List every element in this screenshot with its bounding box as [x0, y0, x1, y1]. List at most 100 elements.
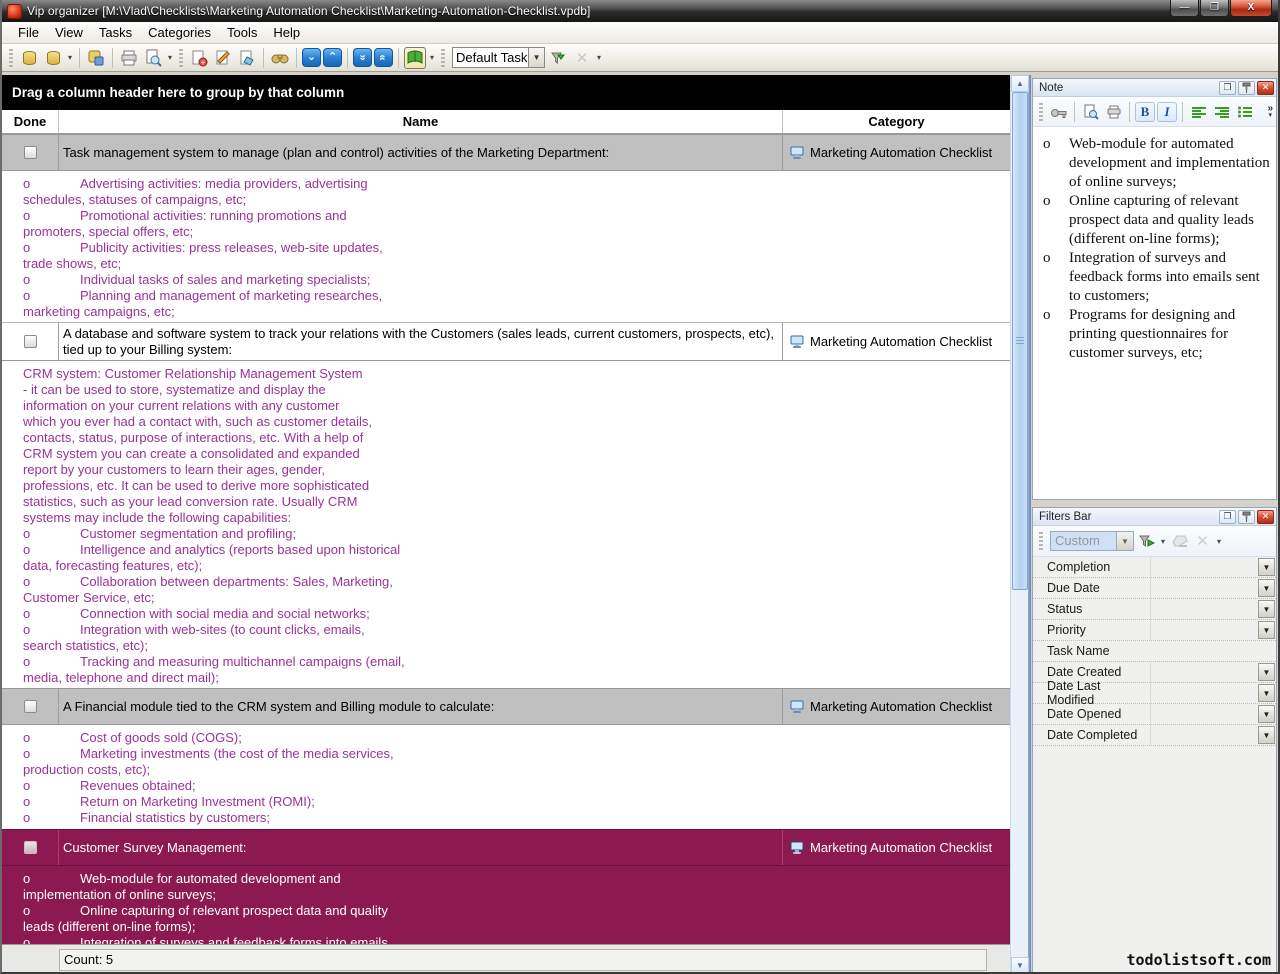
filter-preset-dropdown-icon[interactable]: ▼	[1116, 531, 1134, 551]
filter-dropdown-icon[interactable]: ▼	[1258, 684, 1275, 702]
print-preview-caret-icon[interactable]: ▾	[168, 53, 172, 62]
open-database-caret-icon[interactable]: ▾	[68, 53, 72, 62]
move-bottom-icon[interactable]: »	[353, 48, 372, 67]
filter-dropdown-icon[interactable]: ▼	[1258, 579, 1275, 597]
save-database-icon[interactable]	[85, 47, 107, 69]
delete-filter-icon[interactable]: ✕	[1192, 531, 1213, 552]
task-name[interactable]: A database and software system to track …	[59, 323, 783, 360]
note-edit-icon[interactable]	[1048, 101, 1069, 122]
print-icon[interactable]	[118, 47, 140, 69]
filters-overflow-caret-icon[interactable]: ▾	[1217, 537, 1221, 546]
filter-row-priority[interactable]: Priority ▼	[1033, 620, 1276, 641]
menu-view[interactable]: View	[47, 22, 91, 43]
task-category-cell[interactable]: Marketing Automation Checklist	[783, 830, 1010, 865]
task-name[interactable]: Customer Survey Management:	[59, 830, 783, 865]
column-header-category[interactable]: Category	[783, 110, 1010, 133]
task-template-dropdown-icon[interactable]: ▼	[528, 47, 545, 68]
bold-icon[interactable]: B	[1135, 102, 1155, 122]
move-down-icon[interactable]: ⌄	[302, 48, 321, 67]
bullet-list-icon[interactable]	[1234, 101, 1255, 122]
column-header-name[interactable]: Name	[59, 110, 783, 133]
done-checkbox[interactable]	[24, 700, 37, 713]
minimize-button[interactable]: —	[1170, 0, 1199, 17]
task-template-combo[interactable]: Default Task ▼	[452, 47, 545, 68]
task-category-cell[interactable]: Marketing Automation Checklist	[783, 323, 1010, 360]
filter-row-due-date[interactable]: Due Date ▼	[1033, 578, 1276, 599]
filter-value[interactable]	[1151, 578, 1258, 598]
new-database-icon[interactable]	[18, 47, 40, 69]
menu-tools[interactable]: Tools	[219, 22, 265, 43]
column-header-done[interactable]: Done	[2, 110, 59, 133]
task-row-selected[interactable]: Customer Survey Management: Marketing Au…	[2, 829, 1010, 866]
apply-filter-icon[interactable]	[1136, 531, 1157, 552]
filter-value[interactable]	[1151, 725, 1258, 745]
note-editor[interactable]: o Web-module for automated development a…	[1033, 127, 1276, 499]
note-pin-icon[interactable]	[1238, 81, 1255, 95]
done-checkbox[interactable]	[24, 146, 37, 159]
grid-vertical-scrollbar[interactable]: ▲ ▼	[1010, 75, 1028, 974]
note-restore-icon[interactable]: ❐	[1219, 81, 1236, 95]
filter-value[interactable]	[1151, 620, 1258, 640]
filter-dropdown-icon[interactable]: ▼	[1258, 558, 1275, 576]
clear-filter-icon[interactable]	[1169, 531, 1190, 552]
scroll-up-icon[interactable]: ▲	[1011, 75, 1029, 92]
task-name[interactable]: A Financial module tied to the CRM syste…	[59, 689, 783, 724]
filters-close-icon[interactable]: ✕	[1257, 510, 1274, 524]
done-checkbox[interactable]	[24, 841, 37, 854]
filter-dropdown-icon[interactable]: ▼	[1258, 663, 1275, 681]
menu-help[interactable]: Help	[265, 22, 308, 43]
restore-button[interactable]: ❐	[1200, 0, 1229, 17]
move-top-icon[interactable]: »	[374, 48, 393, 67]
find-icon[interactable]	[269, 47, 291, 69]
scrollbar-thumb[interactable]	[1012, 92, 1028, 590]
new-task-icon[interactable]: +	[188, 47, 210, 69]
task-category-cell[interactable]: Marketing Automation Checklist	[783, 689, 1010, 724]
note-close-icon[interactable]: ✕	[1257, 81, 1274, 95]
edit-task-icon[interactable]	[212, 47, 234, 69]
note-print-preview-icon[interactable]	[1080, 101, 1101, 122]
filter-value[interactable]	[1151, 704, 1258, 724]
filter-dropdown-icon[interactable]: ▼	[1258, 600, 1275, 618]
filter-value[interactable]	[1151, 662, 1258, 682]
task-name[interactable]: Task management system to manage (plan a…	[59, 135, 783, 170]
note-toolbar-overflow-icon[interactable]: »▾	[1267, 105, 1273, 119]
filter-value[interactable]	[1151, 557, 1258, 577]
close-button[interactable]: X	[1230, 0, 1272, 17]
scroll-down-icon[interactable]: ▼	[1011, 957, 1029, 974]
notes-caret-icon[interactable]: ▾	[430, 53, 434, 62]
apply-template-icon[interactable]	[547, 47, 569, 69]
task-row[interactable]: A database and software system to track …	[2, 322, 1010, 361]
filter-preset-combo[interactable]: Custom ▼	[1050, 531, 1134, 551]
menu-categories[interactable]: Categories	[140, 22, 219, 43]
task-row[interactable]: Task management system to manage (plan a…	[2, 134, 1010, 171]
delete-template-icon[interactable]: ✕	[571, 47, 593, 69]
delete-task-icon[interactable]	[236, 47, 258, 69]
align-left-icon[interactable]	[1188, 101, 1209, 122]
task-template-value[interactable]: Default Task	[452, 47, 528, 68]
filter-preset-value[interactable]: Custom	[1050, 531, 1116, 551]
filter-dropdown-icon[interactable]: ▼	[1258, 621, 1275, 639]
task-row[interactable]: A Financial module tied to the CRM syste…	[2, 688, 1010, 725]
open-database-icon[interactable]	[42, 47, 64, 69]
done-checkbox[interactable]	[24, 335, 37, 348]
filter-row-date-last-modified[interactable]: Date Last Modified ▼	[1033, 683, 1276, 704]
filter-row-task-name[interactable]: Task Name	[1033, 641, 1276, 662]
note-print-icon[interactable]	[1103, 101, 1124, 122]
filter-row-date-opened[interactable]: Date Opened ▼	[1033, 704, 1276, 725]
filter-row-date-completed[interactable]: Date Completed ▼	[1033, 725, 1276, 746]
move-up-icon[interactable]: ⌃	[323, 48, 342, 67]
notes-panel-toggle-icon[interactable]	[404, 47, 426, 69]
group-by-band[interactable]: Drag a column header here to group by th…	[2, 75, 1010, 110]
toolbar-overflow-caret-icon[interactable]: ▾	[597, 53, 601, 62]
menu-tasks[interactable]: Tasks	[91, 22, 140, 43]
filters-restore-icon[interactable]: ❐	[1219, 510, 1236, 524]
filter-dropdown-icon[interactable]: ▼	[1258, 726, 1275, 744]
filter-value[interactable]	[1151, 683, 1258, 703]
filter-row-status[interactable]: Status ▼	[1033, 599, 1276, 620]
apply-filter-caret-icon[interactable]: ▾	[1161, 537, 1165, 546]
filter-row-completion[interactable]: Completion ▼	[1033, 557, 1276, 578]
italic-icon[interactable]: I	[1157, 102, 1177, 122]
filter-value[interactable]	[1151, 599, 1258, 619]
print-preview-icon[interactable]	[142, 47, 164, 69]
align-right-icon[interactable]	[1211, 101, 1232, 122]
